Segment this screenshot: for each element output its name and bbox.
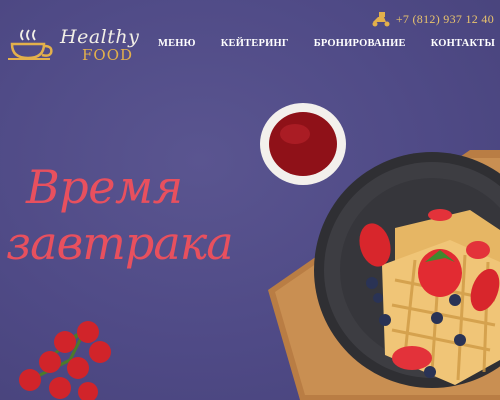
logo-text-healthy: Healthy — [60, 26, 140, 48]
phone-number[interactable]: +7 (812) 937 12 40 — [396, 12, 494, 27]
nav-item-menu[interactable]: МЕНЮ — [158, 38, 196, 49]
phone-contact[interactable]: +7 (812) 937 12 40 — [370, 11, 494, 27]
main-nav: МЕНЮ КЕЙТЕРИНГ БРОНИРОВАНИЕ КОНТАКТЫ — [158, 38, 495, 49]
logo-text-food: FOOD — [82, 46, 134, 64]
hero-section: Healthy FOOD +7 (812) 937 12 40 МЕНЮ КЕЙ… — [0, 0, 500, 400]
cherry-tomatoes — [19, 321, 111, 400]
hero-title-line1: Время — [26, 160, 183, 214]
nav-item-catering[interactable]: КЕЙТЕРИНГ — [221, 38, 289, 49]
nav-item-booking[interactable]: БРОНИРОВАНИЕ — [314, 38, 406, 49]
nav-item-contacts[interactable]: КОНТАКТЫ — [431, 38, 495, 49]
sauce-bowl — [260, 103, 346, 185]
logo[interactable]: Healthy FOOD — [6, 26, 140, 66]
delivery-scooter-icon — [372, 12, 390, 27]
teacup-icon — [8, 29, 53, 60]
hero-title-line2: завтрака — [6, 216, 234, 270]
